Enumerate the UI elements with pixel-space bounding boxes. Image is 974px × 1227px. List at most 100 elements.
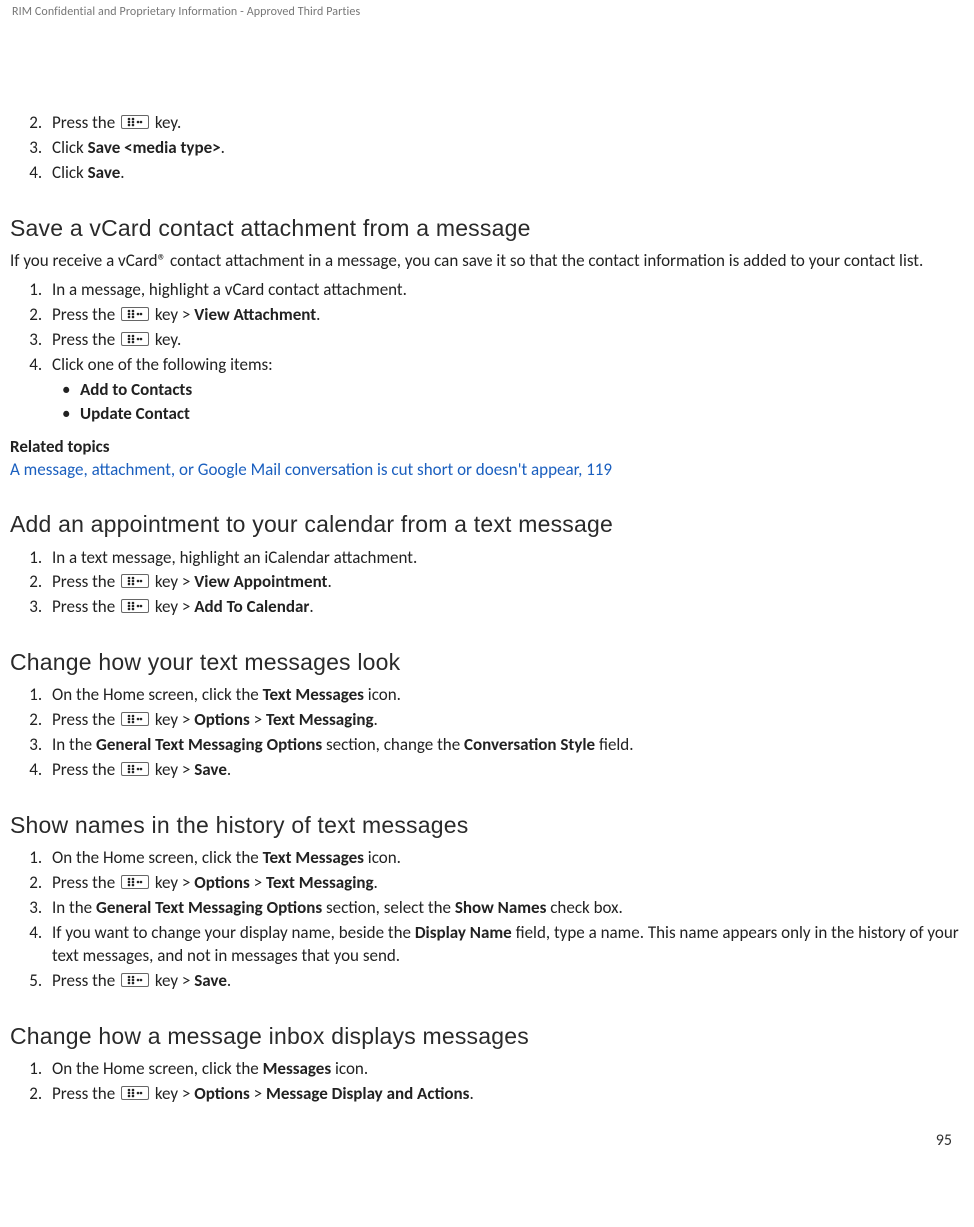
section-title-show-names: Show names in the history of text messag… xyxy=(10,810,964,841)
text: key. xyxy=(151,329,181,350)
section-title-change-look: Change how your text messages look xyxy=(10,647,964,678)
bold-text: Text Messaging xyxy=(266,709,374,730)
menu-key-icon xyxy=(121,712,149,726)
section-desc: If you receive a vCard® contact attachme… xyxy=(10,250,964,273)
bold-text: Conversation Style xyxy=(464,734,595,755)
text: Press the xyxy=(52,112,119,133)
intro-step-2: Press the key. xyxy=(46,112,964,135)
vcard-step-2: Press the key > View Attachment. xyxy=(46,304,964,327)
text: . xyxy=(221,137,225,158)
intro-step-4: Click Save. xyxy=(46,162,964,185)
text: check box. xyxy=(546,897,622,918)
menu-key-icon xyxy=(121,973,149,987)
text: > xyxy=(250,872,266,893)
vcard-step-1: In a message, highlight a vCard contact … xyxy=(46,279,964,302)
related-topics-heading: Related topics xyxy=(10,436,964,459)
vcard-step-3: Press the key. xyxy=(46,329,964,352)
inbox-step-2: Press the key > Options > Message Displa… xyxy=(46,1083,964,1106)
look-step-4: Press the key > Save. xyxy=(46,759,964,782)
text: In the xyxy=(52,897,96,918)
text: icon. xyxy=(331,1058,368,1079)
text: section, select the xyxy=(322,897,455,918)
confidential-header: RIM Confidential and Proprietary Informa… xyxy=(10,0,964,20)
bold-text: Options xyxy=(194,1083,250,1104)
vcard-steps: In a message, highlight a vCard contact … xyxy=(10,279,964,426)
text: On the Home screen, click the xyxy=(52,1058,263,1079)
names-step-5: Press the key > Save. xyxy=(46,970,964,993)
text: key > xyxy=(151,571,194,592)
bold-text: Display Name xyxy=(415,922,512,943)
bold-text: Options xyxy=(194,709,250,730)
menu-key-icon xyxy=(121,875,149,889)
text: Press the xyxy=(52,970,119,991)
text: key > xyxy=(151,872,194,893)
bold-text: View Appointment xyxy=(194,571,327,592)
option-update-contact: Update Contact xyxy=(62,403,964,426)
inbox-step-1: On the Home screen, click the Messages i… xyxy=(46,1058,964,1081)
bold-text: Add To Calendar xyxy=(194,596,309,617)
inbox-display-steps: On the Home screen, click the Messages i… xyxy=(10,1058,964,1106)
bold-text: Text Messages xyxy=(263,684,364,705)
text: Click one of the following items: xyxy=(52,354,273,375)
bold-text: Show Names xyxy=(455,897,547,918)
bold-text: Options xyxy=(194,872,250,893)
intro-steps: Press the key. Click Save <media type>. … xyxy=(10,112,964,185)
text: Click xyxy=(52,162,88,183)
menu-key-icon xyxy=(121,1086,149,1100)
text: key > xyxy=(151,596,194,617)
page-number: 95 xyxy=(936,1130,952,1152)
appt-step-2: Press the key > View Appointment. xyxy=(46,571,964,594)
section-title-inbox-display: Change how a message inbox displays mess… xyxy=(10,1021,964,1052)
text: On the Home screen, click the xyxy=(52,847,263,868)
text: > xyxy=(250,1083,266,1104)
text: section, change the xyxy=(322,734,464,755)
text: Press the xyxy=(52,571,119,592)
text: key > xyxy=(151,759,194,780)
look-step-1: On the Home screen, click the Text Messa… xyxy=(46,684,964,707)
option-add-to-contacts: Add to Contacts xyxy=(62,379,964,402)
look-step-3: In the General Text Messaging Options se… xyxy=(46,734,964,757)
text: In the xyxy=(52,734,96,755)
vcard-options: Add to Contacts Update Contact xyxy=(52,379,964,426)
change-look-steps: On the Home screen, click the Text Messa… xyxy=(10,684,964,782)
text: . xyxy=(374,709,378,730)
text: . xyxy=(469,1083,473,1104)
text: On the Home screen, click the xyxy=(52,684,263,705)
show-names-steps: On the Home screen, click the Text Messa… xyxy=(10,847,964,993)
bold-text: Message Display and Actions xyxy=(266,1083,470,1104)
menu-key-icon xyxy=(121,599,149,613)
vcard-step-4: Click one of the following items: Add to… xyxy=(46,354,964,426)
names-step-3: In the General Text Messaging Options se… xyxy=(46,897,964,920)
text: key > xyxy=(151,970,194,991)
text: key > xyxy=(151,304,194,325)
text: . xyxy=(327,571,331,592)
text: key. xyxy=(151,112,181,133)
menu-key-icon xyxy=(121,115,149,129)
text: field. xyxy=(595,734,633,755)
text: icon. xyxy=(364,684,401,705)
bold-text: View Attachment xyxy=(194,304,316,325)
names-step-2: Press the key > Options > Text Messaging… xyxy=(46,872,964,895)
text: . xyxy=(316,304,320,325)
text: > xyxy=(250,709,266,730)
look-step-2: Press the key > Options > Text Messaging… xyxy=(46,709,964,732)
text: Press the xyxy=(52,1083,119,1104)
text: Click xyxy=(52,137,88,158)
bold-text: Messages xyxy=(263,1058,332,1079)
text: . xyxy=(227,970,231,991)
menu-key-icon xyxy=(121,307,149,321)
bold-text: Text Messages xyxy=(263,847,364,868)
menu-key-icon xyxy=(121,332,149,346)
text: Press the xyxy=(52,596,119,617)
appt-step-1: In a text message, highlight an iCalenda… xyxy=(46,547,964,570)
text: Press the xyxy=(52,759,119,780)
appt-step-3: Press the key > Add To Calendar. xyxy=(46,596,964,619)
bold-text: Save xyxy=(194,970,227,991)
text: . xyxy=(374,872,378,893)
section-title-appointment: Add an appointment to your calendar from… xyxy=(10,509,964,540)
text: Press the xyxy=(52,304,119,325)
related-topic-link[interactable]: A message, attachment, or Google Mail co… xyxy=(10,459,612,480)
text: icon. xyxy=(364,847,401,868)
menu-key-icon xyxy=(121,574,149,588)
bold-text: General Text Messaging Options xyxy=(96,734,322,755)
